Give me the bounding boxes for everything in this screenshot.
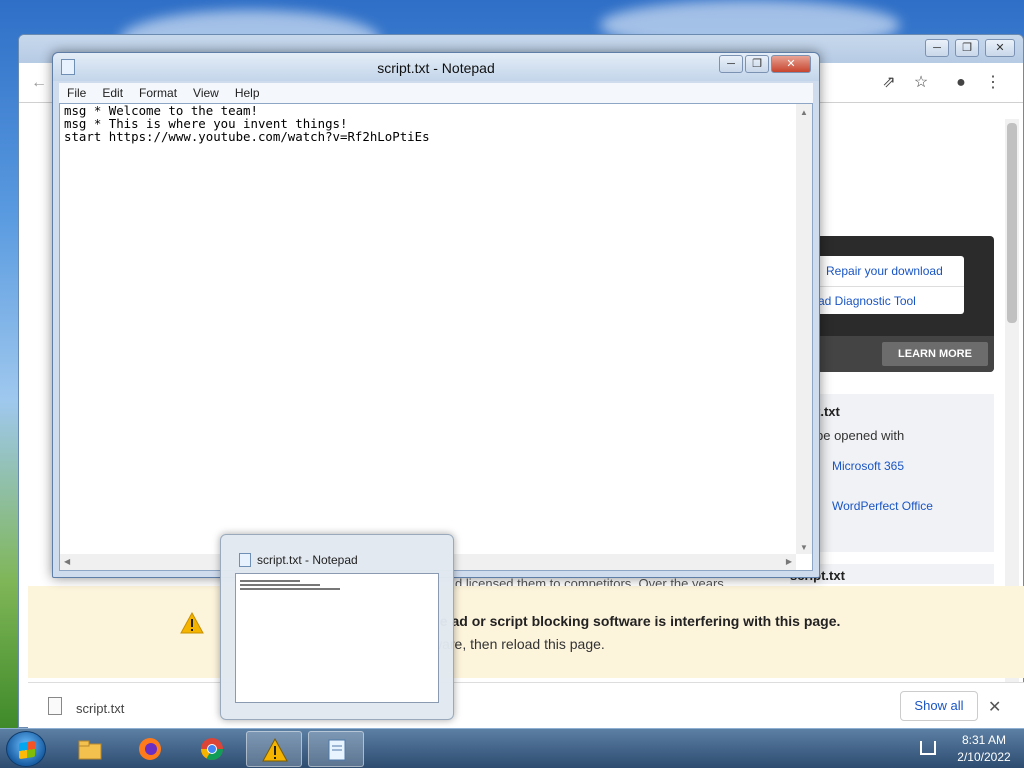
taskbar-chrome[interactable] (184, 731, 240, 767)
maximize-button[interactable]: ❐ (955, 39, 979, 57)
file-info-card: t.txt be opened with Microsoft 365 WordP… (790, 394, 994, 552)
app-link-wordperfect[interactable]: WordPerfect Office (832, 499, 933, 513)
taskbar-firefox[interactable] (122, 731, 178, 767)
download-item[interactable]: script.txt (76, 701, 124, 716)
downloads-bar: script.txt Show all ✕ (28, 682, 1024, 728)
file-info-subtitle: be opened with (816, 428, 905, 443)
ad-links-box: Repair your download ad Diagnostic Tool (800, 256, 964, 314)
warning-icon (262, 737, 288, 762)
warning-message: se ad or script blocking software is int… (432, 613, 841, 629)
thumbnail-line (240, 588, 340, 590)
taskbar-notepad[interactable] (308, 731, 364, 767)
menu-help[interactable]: Help (235, 83, 260, 103)
ad-panel: Repair your download ad Diagnostic Tool … (790, 236, 994, 372)
taskbar-file-explorer[interactable] (62, 731, 118, 767)
close-button[interactable]: ✕ (985, 39, 1015, 57)
clock-time[interactable]: 8:31 AM (954, 733, 1014, 747)
menu-file[interactable]: File (67, 83, 86, 103)
windows-logo-icon (19, 740, 35, 760)
preview-title: script.txt - Notepad (257, 553, 358, 567)
scroll-left-icon[interactable]: ◀ (64, 557, 70, 566)
ad-link-diagnostic[interactable]: ad Diagnostic Tool (818, 294, 916, 308)
taskbar-warning-app[interactable] (246, 731, 302, 767)
taskbar-thumbnail-preview[interactable]: script.txt - Notepad (220, 534, 454, 720)
network-icon[interactable] (920, 741, 936, 755)
chrome-icon (201, 738, 223, 760)
window-title: script.txt - Notepad (377, 60, 495, 76)
notepad-titlebar[interactable]: script.txt - Notepad ─ ❐ ✕ (53, 53, 819, 81)
warning-icon (180, 612, 204, 634)
scroll-up-icon[interactable]: ▲ (800, 108, 808, 117)
ad-divider (800, 286, 964, 287)
firefox-icon (139, 738, 161, 760)
ad-footer: LEARN MORE (790, 336, 994, 372)
scrollbar-thumb[interactable] (1007, 123, 1017, 323)
ad-link-repair[interactable]: Repair your download (826, 264, 943, 278)
editor-content[interactable]: msg * Welcome to the team! msg * This is… (64, 104, 794, 143)
learn-more-button[interactable]: LEARN MORE (882, 342, 988, 366)
menu-kebab-icon[interactable]: ⋮ (983, 73, 1003, 93)
clock-date[interactable]: 2/10/2022 (954, 750, 1014, 764)
start-button[interactable] (6, 731, 46, 767)
maximize-button[interactable]: ❐ (745, 55, 769, 73)
scroll-down-icon[interactable]: ▼ (800, 543, 808, 552)
minimize-button[interactable]: ─ (925, 39, 949, 57)
vertical-scrollbar[interactable]: ▲ ▼ (796, 104, 812, 554)
notepad-icon (328, 739, 346, 761)
menu-format[interactable]: Format (139, 83, 177, 103)
notepad-window-controls: ─ ❐ ✕ (719, 55, 811, 73)
menu-edit[interactable]: Edit (102, 83, 123, 103)
folder-icon (78, 740, 102, 760)
profile-icon[interactable]: ● (951, 73, 971, 93)
preview-thumbnail[interactable] (235, 573, 439, 703)
close-button[interactable]: ✕ (771, 55, 811, 73)
menu-bar: File Edit Format View Help (59, 83, 813, 103)
text-editor[interactable]: msg * Welcome to the team! msg * This is… (59, 103, 813, 571)
taskbar: 8:31 AM 2/10/2022 (0, 728, 1024, 768)
warning-instruction: ware, then reload this page. (432, 636, 605, 652)
notepad-icon (239, 553, 251, 567)
close-icon[interactable]: ✕ (988, 697, 1001, 717)
bookmark-star-icon[interactable]: ☆ (911, 73, 931, 93)
adblock-warning-bar: se ad or script blocking software is int… (28, 586, 1024, 678)
notepad-window: script.txt - Notepad ─ ❐ ✕ File Edit For… (52, 52, 820, 578)
minimize-button[interactable]: ─ (719, 55, 743, 73)
show-all-button[interactable]: Show all (900, 691, 978, 721)
browser-window-controls: ─ ❐ ✕ (925, 39, 1015, 57)
back-icon[interactable]: ← (29, 73, 49, 93)
thumbnail-line (240, 580, 300, 582)
desktop-wallpaper: ─ ❐ ✕ ← ⇗ ☆ ● ⋮ Repair your download ad … (0, 0, 1024, 728)
system-tray: 8:31 AM 2/10/2022 (904, 729, 1024, 768)
scroll-right-icon[interactable]: ▶ (786, 557, 792, 566)
share-icon[interactable]: ⇗ (879, 73, 899, 93)
thumbnail-line (240, 584, 320, 586)
file-info-card-2: script.txt (790, 564, 994, 584)
app-link-microsoft-365[interactable]: Microsoft 365 (832, 459, 904, 473)
file-icon (48, 697, 62, 715)
menu-view[interactable]: View (193, 83, 219, 103)
